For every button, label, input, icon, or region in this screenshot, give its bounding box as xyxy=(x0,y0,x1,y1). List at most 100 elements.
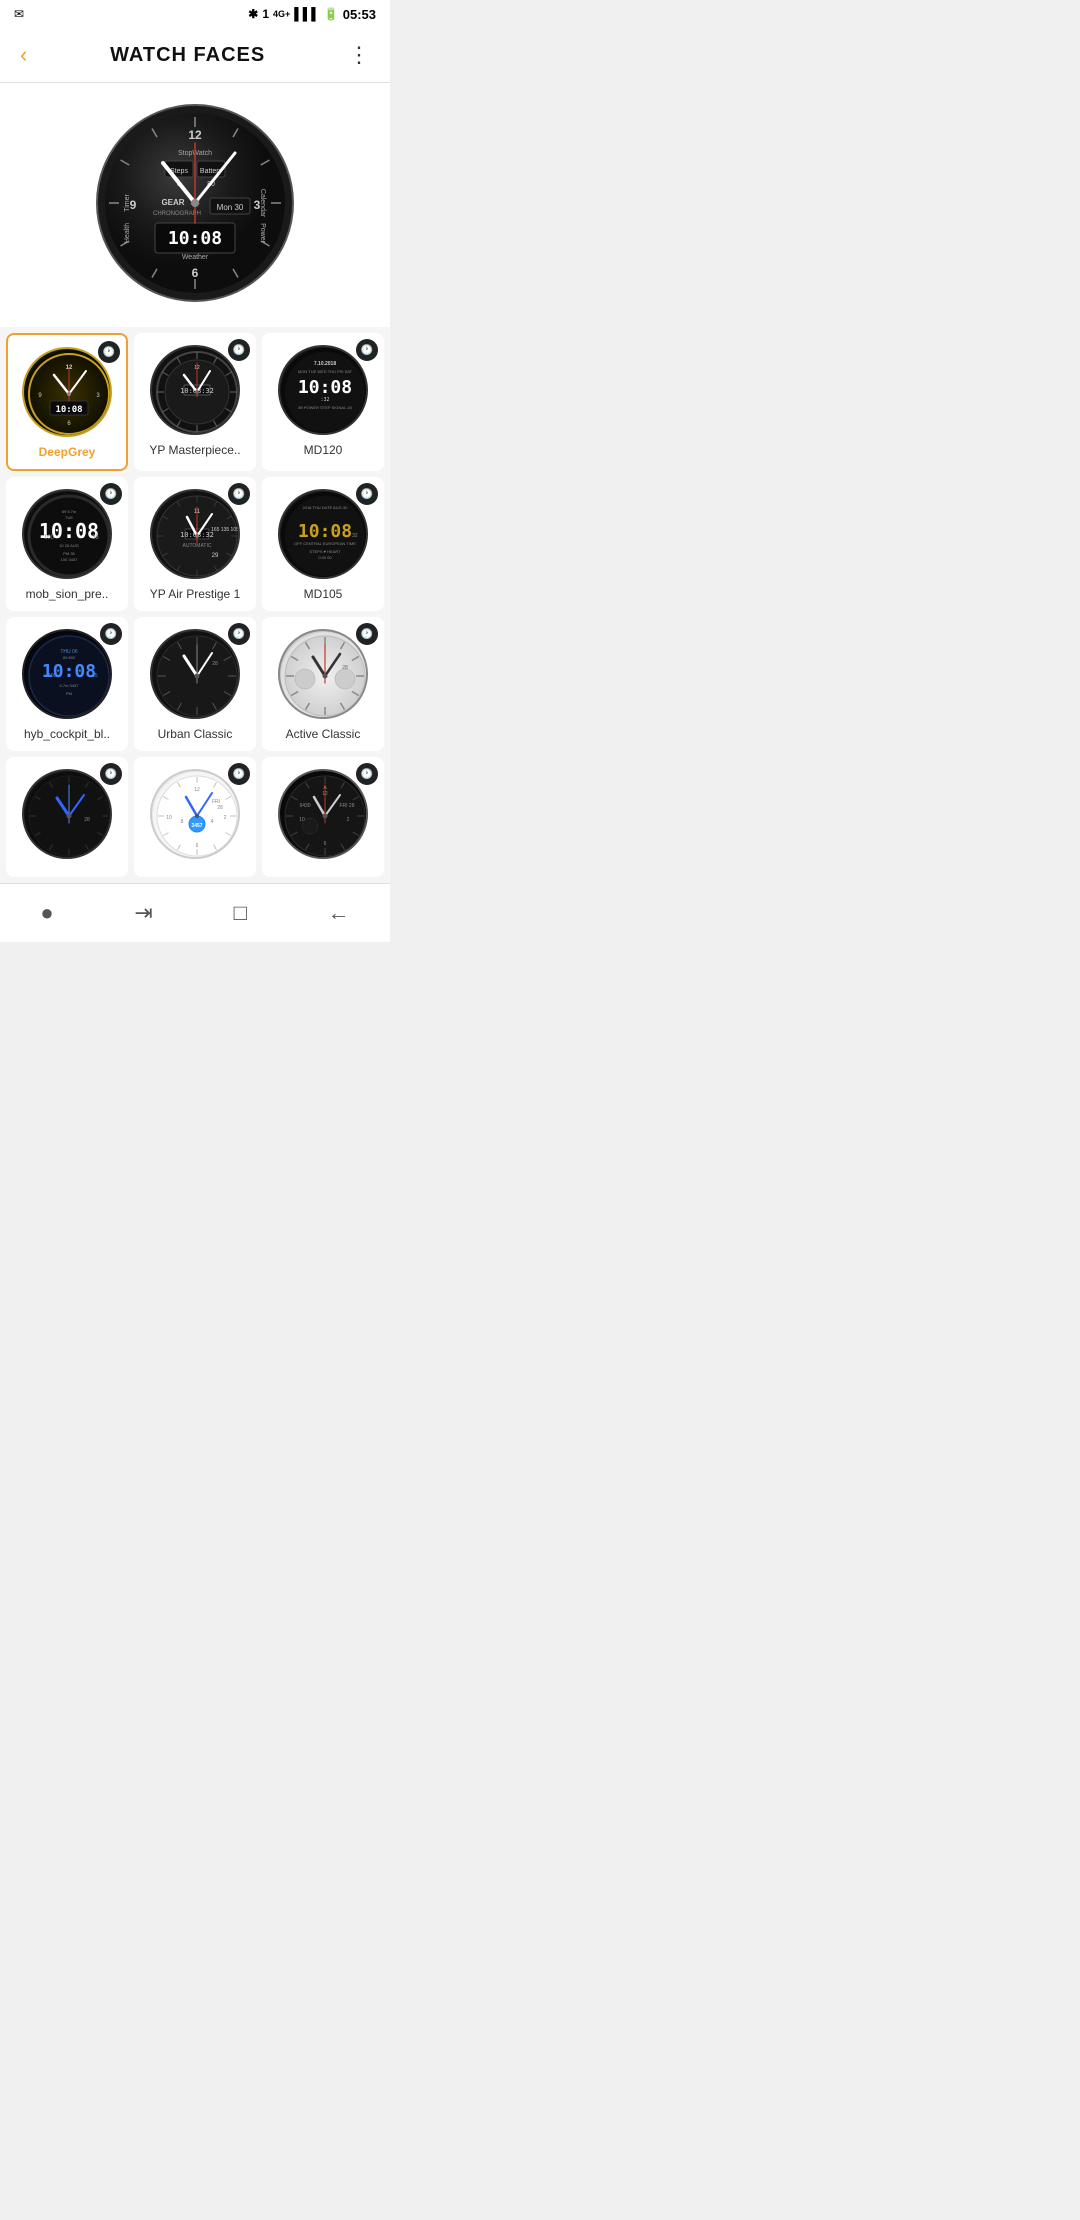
signal-icon: ▌▌▌ xyxy=(294,7,320,21)
back-button[interactable]: ‹ xyxy=(16,38,31,72)
status-right: ✱ 1 4G+ ▌▌▌ 🔋 05:53 xyxy=(248,7,376,22)
svg-text:OFF CENTRAL EUROPEAN TIME: OFF CENTRAL EUROPEAN TIME xyxy=(294,541,356,546)
svg-text:Weather: Weather xyxy=(182,254,209,261)
watch-face-item-urban-classic[interactable]: 🕐 xyxy=(134,617,256,751)
svg-text:9430: 9430 xyxy=(299,803,310,809)
svg-text:165 135 105: 165 135 105 xyxy=(211,527,239,533)
svg-text:2018 THU DATE AUG-30: 2018 THU DATE AUG-30 xyxy=(303,505,349,510)
watch-face-label-mob-sion: mob_sion_pre.. xyxy=(26,587,109,601)
svg-text:10:08: 10:08 xyxy=(55,405,82,415)
grid-container: 🕐 12 3 6 9 10:08 DeepGr xyxy=(6,333,384,877)
svg-text:PM: PM xyxy=(66,691,72,696)
svg-text:6: 6 xyxy=(196,843,199,849)
svg-text:6: 6 xyxy=(324,841,327,847)
nav-back-button[interactable]: ← xyxy=(308,894,370,932)
svg-text:2: 2 xyxy=(224,815,227,821)
svg-text:Mon 30: Mon 30 xyxy=(217,203,244,212)
svg-text:32: 32 xyxy=(352,533,358,539)
watch-thumb-yp-masterpiece: 12 xyxy=(150,345,240,435)
svg-text:8: 8 xyxy=(181,819,184,825)
watch-face-item-md120[interactable]: 🕐 7.10.2018 MON TUE WED THU FRI SAT 10:0… xyxy=(262,333,384,471)
svg-text:Calendar: Calendar xyxy=(259,189,266,218)
battery-icon: 🔋 xyxy=(324,7,339,21)
mail-icon: ✉ xyxy=(14,7,24,21)
page-title: WATCH FACES xyxy=(110,44,265,67)
clock-badge: 🕐 xyxy=(100,623,122,645)
watch-thumb-deepgrey: 12 3 6 9 10:08 xyxy=(22,347,112,437)
svg-text:GEAR: GEAR xyxy=(161,198,184,207)
overflow-menu-button[interactable]: ⋮ xyxy=(344,38,374,72)
clock-badge: 🕐 xyxy=(100,483,122,505)
svg-text:28: 28 xyxy=(212,661,218,667)
status-time: 05:53 xyxy=(343,7,376,22)
clock-badge: 🕐 xyxy=(228,623,250,645)
clock-badge: 🕐 xyxy=(356,623,378,645)
watch-face-item-mob-sion[interactable]: 🕐 89 5.7m TUE 10:08 10 28 AUG PM 35 100 … xyxy=(6,477,128,611)
watch-face-item-yp-masterpiece[interactable]: 🕐 12 xyxy=(134,333,256,471)
watch-thumb-mob-sion: 89 5.7m TUE 10:08 10 28 AUG PM 35 100 34… xyxy=(22,489,112,579)
clock-badge: 🕐 xyxy=(98,341,120,363)
watch-face-item-deepgrey[interactable]: 🕐 12 3 6 9 10:08 DeepGr xyxy=(6,333,128,471)
clock-badge: 🕐 xyxy=(356,339,378,361)
nav-recent-button[interactable]: ⇥ xyxy=(114,894,172,932)
watch-face-item-white-steps[interactable]: 🕐 xyxy=(134,757,256,877)
watch-face-label-urban-classic: Urban Classic xyxy=(158,727,233,741)
svg-text:28: 28 xyxy=(217,805,223,811)
status-bar: ✉ ✱ 1 4G+ ▌▌▌ 🔋 05:53 xyxy=(0,0,390,28)
status-left: ✉ xyxy=(14,7,24,21)
watch-face-label-deepgrey: DeepGrey xyxy=(39,445,96,459)
svg-text:10:08: 10:08 xyxy=(298,521,352,542)
nav-home-button[interactable]: □ xyxy=(214,894,267,932)
svg-text:10:08: 10:08 xyxy=(168,228,222,249)
watch-thumb-md105: 2018 THU DATE AUG-30 10:08 OFF CENTRAL E… xyxy=(278,489,368,579)
watch-face-label-hyb-cockpit: hyb_cockpit_bl.. xyxy=(24,727,110,741)
watch-thumb-active-classic: 28 xyxy=(278,629,368,719)
svg-text:89 892: 89 892 xyxy=(63,655,76,660)
watch-thumb-dark-blue: 28 xyxy=(22,769,112,859)
bottom-navigation: ● ⇥ □ ← xyxy=(0,883,390,942)
svg-text:2: 2 xyxy=(347,817,350,823)
watch-face-item-active-classic[interactable]: 🕐 xyxy=(262,617,384,751)
clock-badge: 🕐 xyxy=(100,763,122,785)
watch-face-label-md120: MD120 xyxy=(304,443,343,457)
svg-text:89 POWER STEP SIGNAL 28: 89 POWER STEP SIGNAL 28 xyxy=(298,405,352,410)
watch-face-item-dark-blue[interactable]: 🕐 xyxy=(6,757,128,877)
watch-faces-grid: 🕐 12 3 6 9 10:08 DeepGr xyxy=(0,327,390,883)
svg-text:5.7m 3457: 5.7m 3457 xyxy=(60,683,80,688)
watch-face-item-hyb-cockpit[interactable]: 🕐 THU 06 89 892 10:08 5.7m 3457 PM 100 3… xyxy=(6,617,128,751)
watch-thumb-yp-air: 11 165 135 105 29 10:08:32 AUTOMATIC xyxy=(150,489,240,579)
watch-face-item-yp-air[interactable]: 🕐 xyxy=(134,477,256,611)
svg-text:0.00 00: 0.00 00 xyxy=(318,555,332,560)
svg-text:CHRONOGRAPH: CHRONOGRAPH xyxy=(153,211,201,217)
svg-text:12: 12 xyxy=(194,787,200,793)
watch-thumb-md120: 7.10.2018 MON TUE WED THU FRI SAT 10:08 … xyxy=(278,345,368,435)
svg-text:MON TUE WED THU FRI SAT: MON TUE WED THU FRI SAT xyxy=(298,369,353,374)
watch-face-item-dark-sport[interactable]: 🕐 xyxy=(262,757,384,877)
clock-badge: 🕐 xyxy=(356,483,378,505)
svg-text:7.10.2018: 7.10.2018 xyxy=(314,361,336,367)
4g-icon: 4G+ xyxy=(273,9,290,19)
svg-text:100 3457: 100 3457 xyxy=(61,557,78,562)
watch-thumb-dark-sport: A 12 FRI 28 2 6 10 9430 xyxy=(278,769,368,859)
svg-text:6: 6 xyxy=(192,266,199,280)
svg-text:100: 100 xyxy=(44,535,55,541)
clock-badge: 🕐 xyxy=(356,763,378,785)
clock-badge: 🕐 xyxy=(228,763,250,785)
svg-text:Health: Health xyxy=(124,223,131,243)
svg-text:29: 29 xyxy=(212,553,219,559)
clock-badge: 🕐 xyxy=(228,339,250,361)
watch-face-label-md105: MD105 xyxy=(304,587,343,601)
nav-dot-button[interactable]: ● xyxy=(20,894,73,932)
svg-text:35: 35 xyxy=(92,535,99,541)
watch-face-item-md105[interactable]: 🕐 2018 THU DATE AUG-30 10:08 OFF CENTRAL… xyxy=(262,477,384,611)
svg-text:12: 12 xyxy=(188,128,202,142)
svg-text:89 5.7m: 89 5.7m xyxy=(62,509,77,514)
watch-face-label-yp-masterpiece: YP Masterpiece.. xyxy=(149,443,240,457)
watch-thumb-urban-classic: 28 xyxy=(150,629,240,719)
svg-text:10: 10 xyxy=(166,815,172,821)
sim-icon: 1 xyxy=(262,7,269,21)
svg-text::32: :32 xyxy=(320,397,329,403)
bluetooth-icon: ✱ xyxy=(248,7,258,21)
svg-text:Timer: Timer xyxy=(124,194,131,212)
svg-text:28: 28 xyxy=(84,817,90,823)
